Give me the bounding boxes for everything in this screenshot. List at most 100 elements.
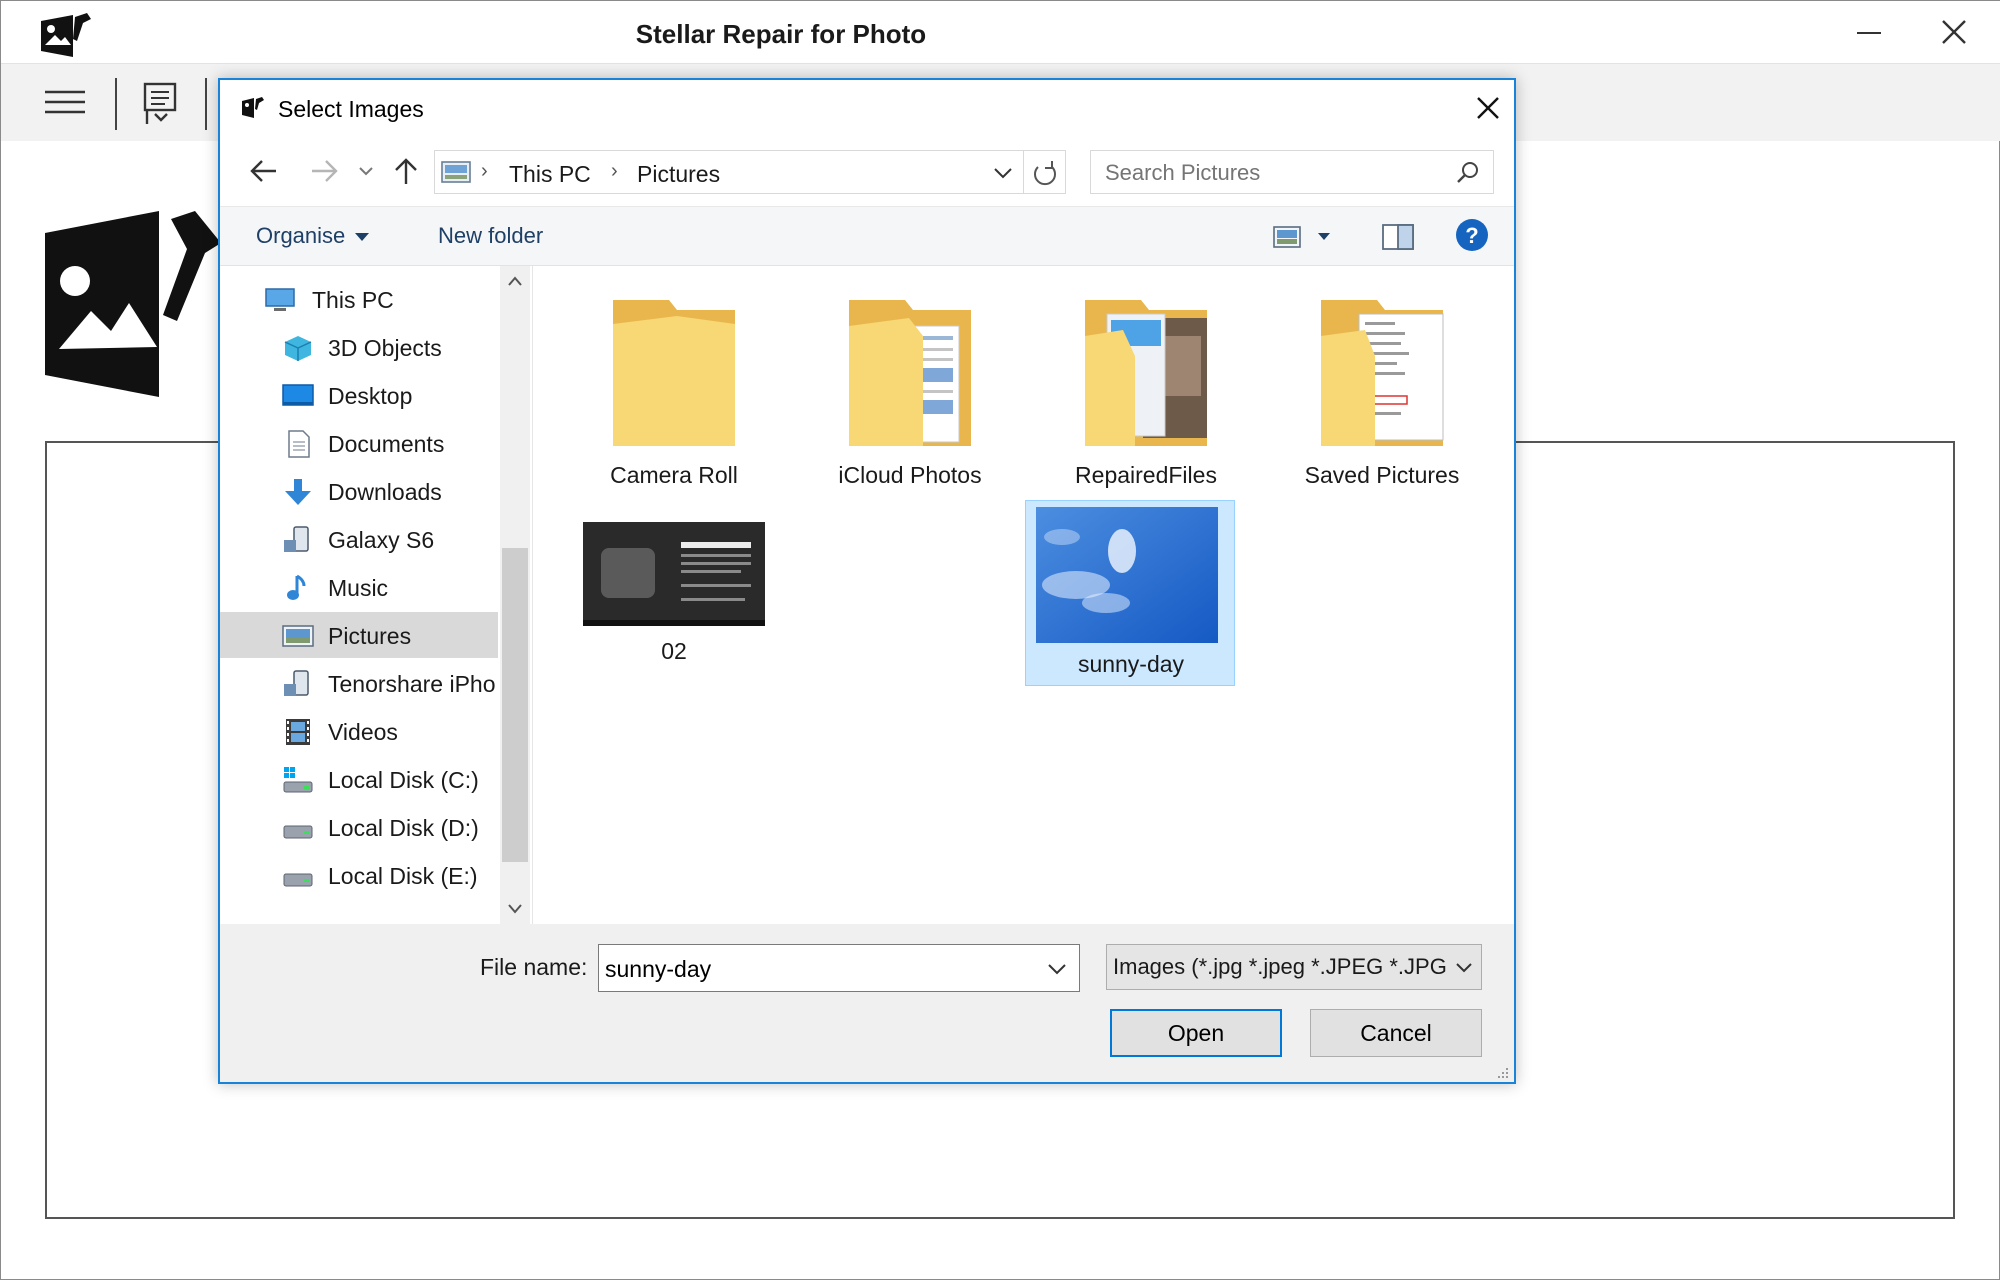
- image-thumbnail-sky: [1036, 507, 1218, 643]
- nav-label: Videos: [328, 719, 398, 745]
- organise-button[interactable]: Organise: [256, 223, 370, 249]
- navigation-scrollbar[interactable]: [500, 266, 530, 924]
- phone-icon: [284, 526, 309, 552]
- dialog-footer: File name: Images (*.jpg *.jpeg *.JPEG *…: [220, 924, 1514, 1082]
- nav-item-this-pc[interactable]: This PC: [220, 276, 498, 322]
- music-note-icon: [287, 574, 306, 600]
- svg-text:?: ?: [1465, 223, 1478, 248]
- scroll-up-chevron-icon[interactable]: [507, 274, 523, 288]
- nav-item-local-disk-d[interactable]: Local Disk (D:): [220, 804, 498, 850]
- app-titlebar: Stellar Repair for Photo: [1, 1, 2000, 63]
- tile-label: 02: [661, 638, 687, 664]
- search-box[interactable]: [1090, 150, 1494, 194]
- drive-icon: [283, 873, 313, 887]
- address-bar[interactable]: › This PC › Pictures: [434, 150, 1024, 194]
- open-button[interactable]: Open: [1110, 1009, 1282, 1057]
- nav-label: Local Disk (E:): [328, 863, 478, 889]
- nav-item-downloads[interactable]: Downloads: [220, 468, 498, 514]
- film-icon: [286, 719, 310, 745]
- recent-locations-chevron-icon[interactable]: [356, 156, 376, 186]
- organise-label: Organise: [256, 223, 346, 248]
- folder-icon: [1085, 300, 1207, 446]
- app-close-icon[interactable]: [1925, 11, 1985, 55]
- report-icon[interactable]: [139, 80, 185, 126]
- search-icon[interactable]: [1455, 161, 1481, 185]
- nav-label: Music: [328, 575, 389, 601]
- cube-icon: [284, 336, 312, 361]
- folder-tile-camera-roll[interactable]: Camera Roll: [569, 294, 779, 488]
- file-type-value: Images (*.jpg *.jpeg *.JPEG *.JPG: [1113, 954, 1447, 979]
- nav-label: Pictures: [328, 623, 412, 649]
- dialog-app-icon: [242, 97, 264, 118]
- nav-item-documents[interactable]: Documents: [220, 420, 498, 466]
- phone-icon: [284, 670, 309, 696]
- minimize-icon[interactable]: [1841, 13, 1901, 53]
- nav-label: 3D Objects: [328, 335, 442, 361]
- nav-item-local-disk-e[interactable]: Local Disk (E:): [220, 852, 498, 898]
- folder-icon: [849, 300, 971, 446]
- change-view-icon[interactable]: [1272, 221, 1338, 253]
- nav-item-videos[interactable]: Videos: [220, 708, 498, 754]
- nav-item-local-disk-c[interactable]: Local Disk (C:): [220, 756, 498, 802]
- file-name-label: File name:: [480, 954, 588, 980]
- file-name-combobox[interactable]: [598, 944, 1080, 992]
- nav-item-desktop[interactable]: Desktop: [220, 372, 498, 418]
- refresh-icon: [1034, 161, 1056, 186]
- nav-item-tenorshare[interactable]: Tenorshare iPho: [220, 660, 498, 706]
- dialog-title: Select Images: [278, 96, 424, 122]
- tile-label: iCloud Photos: [838, 462, 982, 488]
- breadcrumb-this-pc[interactable]: This PC: [509, 161, 591, 188]
- file-list-pane: Camera Roll iCloud Photos RepairedFiles …: [532, 266, 1514, 924]
- chevron-down-icon[interactable]: [1045, 959, 1069, 979]
- breadcrumb-separator: ›: [611, 160, 618, 182]
- forward-arrow-icon[interactable]: [306, 156, 342, 186]
- nav-item-music[interactable]: Music: [220, 564, 498, 610]
- nav-item-pictures[interactable]: Pictures: [220, 612, 498, 658]
- navigation-row: › This PC › Pictures: [220, 134, 1514, 206]
- chevron-down-icon: [1456, 963, 1472, 973]
- resize-grip-icon[interactable]: [1494, 1066, 1510, 1080]
- toolbar-separator: [205, 78, 207, 130]
- nav-item-3d-objects[interactable]: 3D Objects: [220, 324, 498, 370]
- file-type-select[interactable]: Images (*.jpg *.jpeg *.JPEG *.JPG: [1106, 944, 1482, 990]
- help-icon[interactable]: ?: [1454, 217, 1490, 253]
- dialog-close-icon[interactable]: [1472, 92, 1504, 124]
- cancel-button[interactable]: Cancel: [1310, 1009, 1482, 1057]
- photo-repair-logo-icon: [45, 211, 221, 397]
- dropdown-arrow-icon: [355, 233, 370, 242]
- nav-item-galaxy-s6[interactable]: Galaxy S6: [220, 516, 498, 562]
- folder-icon: [1321, 300, 1444, 446]
- scrollbar-thumb[interactable]: [502, 548, 528, 862]
- file-name-input[interactable]: [605, 955, 1025, 983]
- back-arrow-icon[interactable]: [246, 156, 282, 186]
- nav-label: Tenorshare iPho: [328, 671, 496, 697]
- tile-label: Camera Roll: [610, 462, 738, 488]
- preview-pane-icon[interactable]: [1380, 221, 1416, 253]
- nav-label: Local Disk (D:): [328, 815, 479, 841]
- refresh-button[interactable]: [1024, 150, 1066, 194]
- drive-icon: [283, 825, 313, 839]
- folder-tile-icloud-photos[interactable]: iCloud Photos: [805, 294, 1015, 488]
- pictures-location-icon: [441, 161, 471, 183]
- new-folder-button[interactable]: New folder: [438, 223, 543, 249]
- folder-tile-repairedfiles[interactable]: RepairedFiles: [1041, 294, 1251, 488]
- hamburger-menu-icon[interactable]: [41, 82, 89, 122]
- image-tile-02[interactable]: 02: [569, 520, 779, 700]
- image-tile-sunny-day[interactable]: sunny-day: [1025, 500, 1235, 686]
- scroll-down-chevron-icon[interactable]: [507, 902, 523, 916]
- nav-label: Desktop: [328, 383, 413, 409]
- app-title: Stellar Repair for Photo: [635, 19, 927, 49]
- navigation-pane: This PC 3D Objects Desktop Documents Dow…: [220, 266, 532, 924]
- breadcrumb-pictures[interactable]: Pictures: [637, 161, 720, 188]
- search-input[interactable]: [1105, 160, 1435, 186]
- image-thumbnail-dark: [583, 522, 765, 626]
- toolbar-separator: [115, 78, 117, 130]
- folder-tile-saved-pictures[interactable]: Saved Pictures: [1277, 294, 1487, 488]
- tile-label: Saved Pictures: [1304, 462, 1460, 488]
- download-arrow-icon: [285, 479, 311, 505]
- tile-label: RepairedFiles: [1075, 462, 1217, 488]
- nav-label: Galaxy S6: [328, 527, 435, 553]
- document-icon: [288, 430, 310, 458]
- up-arrow-icon[interactable]: [388, 156, 424, 186]
- address-dropdown-chevron-icon[interactable]: [989, 161, 1017, 185]
